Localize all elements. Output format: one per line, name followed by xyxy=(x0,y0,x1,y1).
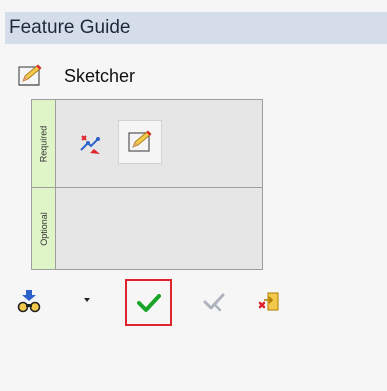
optional-tab: Optional xyxy=(32,188,56,269)
sketcher-step-button[interactable] xyxy=(118,120,162,164)
sketch-constraint-icon[interactable] xyxy=(78,130,104,156)
sketcher-icon xyxy=(128,130,152,152)
feature-name: Sketcher xyxy=(64,65,136,86)
check-icon xyxy=(136,293,161,312)
required-tab: Required xyxy=(32,100,56,187)
ok-button[interactable] xyxy=(125,279,172,326)
optional-tab-label: Optional xyxy=(38,211,49,246)
close-exit-icon[interactable] xyxy=(258,291,280,313)
required-section: Required xyxy=(32,100,262,188)
feature-tree-icon[interactable] xyxy=(17,289,41,313)
sketcher-icon xyxy=(18,64,42,86)
dropdown-arrow-icon[interactable] xyxy=(84,298,90,302)
feature-steps-panel: Required Optional xyxy=(31,99,263,270)
panel-title: Feature Guide xyxy=(5,12,387,44)
required-tab-label: Required xyxy=(38,125,49,162)
feature-header: Sketcher xyxy=(18,61,135,91)
optional-section: Optional xyxy=(32,188,262,269)
feature-guide-toolbar xyxy=(0,278,387,326)
apply-icon[interactable] xyxy=(203,292,225,312)
feature-guide-panel: Feature Guide Sketcher Required Optional xyxy=(0,0,387,391)
panel-title-text: Feature Guide xyxy=(9,17,131,38)
